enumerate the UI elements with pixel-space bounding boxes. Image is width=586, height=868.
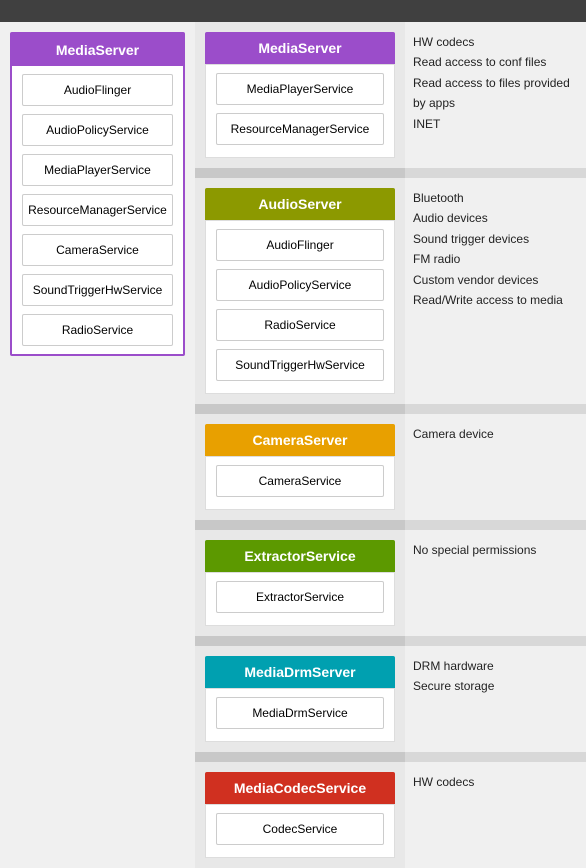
mediacodecservice-mid: MediaCodecService CodecService [195,762,405,868]
cameraserver-row: CameraServer CameraService Camera device [195,414,586,520]
audioserver-row: AudioServer AudioFlinger AudioPolicyServ… [195,178,586,404]
mediaserver-permissions: HW codecs Read access to conf files Read… [405,22,586,168]
left-column: MediaServer AudioFlinger AudioPolicyServ… [0,22,195,868]
perm-item: Audio devices [413,208,578,228]
cameraserver-header: CameraServer [205,424,395,456]
mediacodecservice-row: MediaCodecService CodecService HW codecs [195,762,586,868]
separator [195,636,586,646]
perm-item: INET [413,114,578,134]
list-item: SoundTriggerHwService [22,274,173,306]
separator [195,168,586,178]
audioserver-block: AudioServer AudioFlinger AudioPolicyServ… [205,188,395,394]
mediadrmserver-mid: MediaDrmServer MediaDrmService [195,646,405,752]
list-item: ExtractorService [216,581,384,613]
perm-item: HW codecs [413,32,578,52]
mediadrmserver-permissions: DRM hardware Secure storage [405,646,586,752]
perm-item: Read access to files provided by apps [413,73,578,114]
extractorservice-header: ExtractorService [205,540,395,572]
cameraserver-permissions: Camera device [405,414,586,520]
list-item: MediaPlayerService [22,154,173,186]
top-nav-bar [0,0,586,22]
list-item: ResourceManagerService [22,194,173,226]
mediaserver-mid: MediaServer MediaPlayerService ResourceM… [195,22,405,168]
audioserver-mid: AudioServer AudioFlinger AudioPolicyServ… [195,178,405,404]
list-item: AudioFlinger [22,74,173,106]
list-item: MediaPlayerService [216,73,384,105]
perm-item: No special permissions [413,540,578,560]
perm-item: FM radio [413,249,578,269]
audioserver-services: AudioFlinger AudioPolicyService RadioSer… [205,220,395,394]
perm-item: HW codecs [413,772,578,792]
extractorservice-row: ExtractorService ExtractorService No spe… [195,530,586,636]
mediacodecservice-header: MediaCodecService [205,772,395,804]
perm-item: Read/Write access to media [413,290,578,310]
list-item: CameraService [216,465,384,497]
perm-item: Secure storage [413,676,578,696]
list-item: RadioService [22,314,173,346]
left-services-list: AudioFlinger AudioPolicyService MediaPla… [12,74,183,346]
left-server-box: MediaServer AudioFlinger AudioPolicyServ… [10,32,185,356]
audioserver-header: AudioServer [205,188,395,220]
left-server-header: MediaServer [12,34,183,66]
separator [195,520,586,530]
perm-item: Bluetooth [413,188,578,208]
mediacodecservice-block: MediaCodecService CodecService [205,772,395,858]
extractorservice-services: ExtractorService [205,572,395,626]
perm-item: Read access to conf files [413,52,578,72]
perm-item: Camera device [413,424,578,444]
separator [195,752,586,762]
list-item: AudioPolicyService [216,269,384,301]
mediadrmserver-row: MediaDrmServer MediaDrmService DRM hardw… [195,646,586,752]
mediaserver-header: MediaServer [205,32,395,64]
mediadrmserver-services: MediaDrmService [205,688,395,742]
mediacodecservice-services: CodecService [205,804,395,858]
list-item: SoundTriggerHwService [216,349,384,381]
perm-item: Sound trigger devices [413,229,578,249]
perm-item: Custom vendor devices [413,270,578,290]
list-item: AudioFlinger [216,229,384,261]
extractorservice-block: ExtractorService ExtractorService [205,540,395,626]
cameraserver-mid: CameraServer CameraService [195,414,405,520]
mediadrmserver-header: MediaDrmServer [205,656,395,688]
cameraserver-services: CameraService [205,456,395,510]
list-item: CameraService [22,234,173,266]
list-item: ResourceManagerService [216,113,384,145]
separator [195,404,586,414]
perm-item: DRM hardware [413,656,578,676]
list-item: RadioService [216,309,384,341]
audioserver-permissions: Bluetooth Audio devices Sound trigger de… [405,178,586,404]
mediacodecservice-permissions: HW codecs [405,762,586,868]
cameraserver-block: CameraServer CameraService [205,424,395,510]
mediadrmserver-block: MediaDrmServer MediaDrmService [205,656,395,742]
mediaserver-services: MediaPlayerService ResourceManagerServic… [205,64,395,158]
extractorservice-mid: ExtractorService ExtractorService [195,530,405,636]
list-item: CodecService [216,813,384,845]
list-item: AudioPolicyService [22,114,173,146]
mediaserver-block: MediaServer MediaPlayerService ResourceM… [205,32,395,158]
extractorservice-permissions: No special permissions [405,530,586,636]
list-item: MediaDrmService [216,697,384,729]
mediaserver-row: MediaServer MediaPlayerService ResourceM… [195,22,586,168]
